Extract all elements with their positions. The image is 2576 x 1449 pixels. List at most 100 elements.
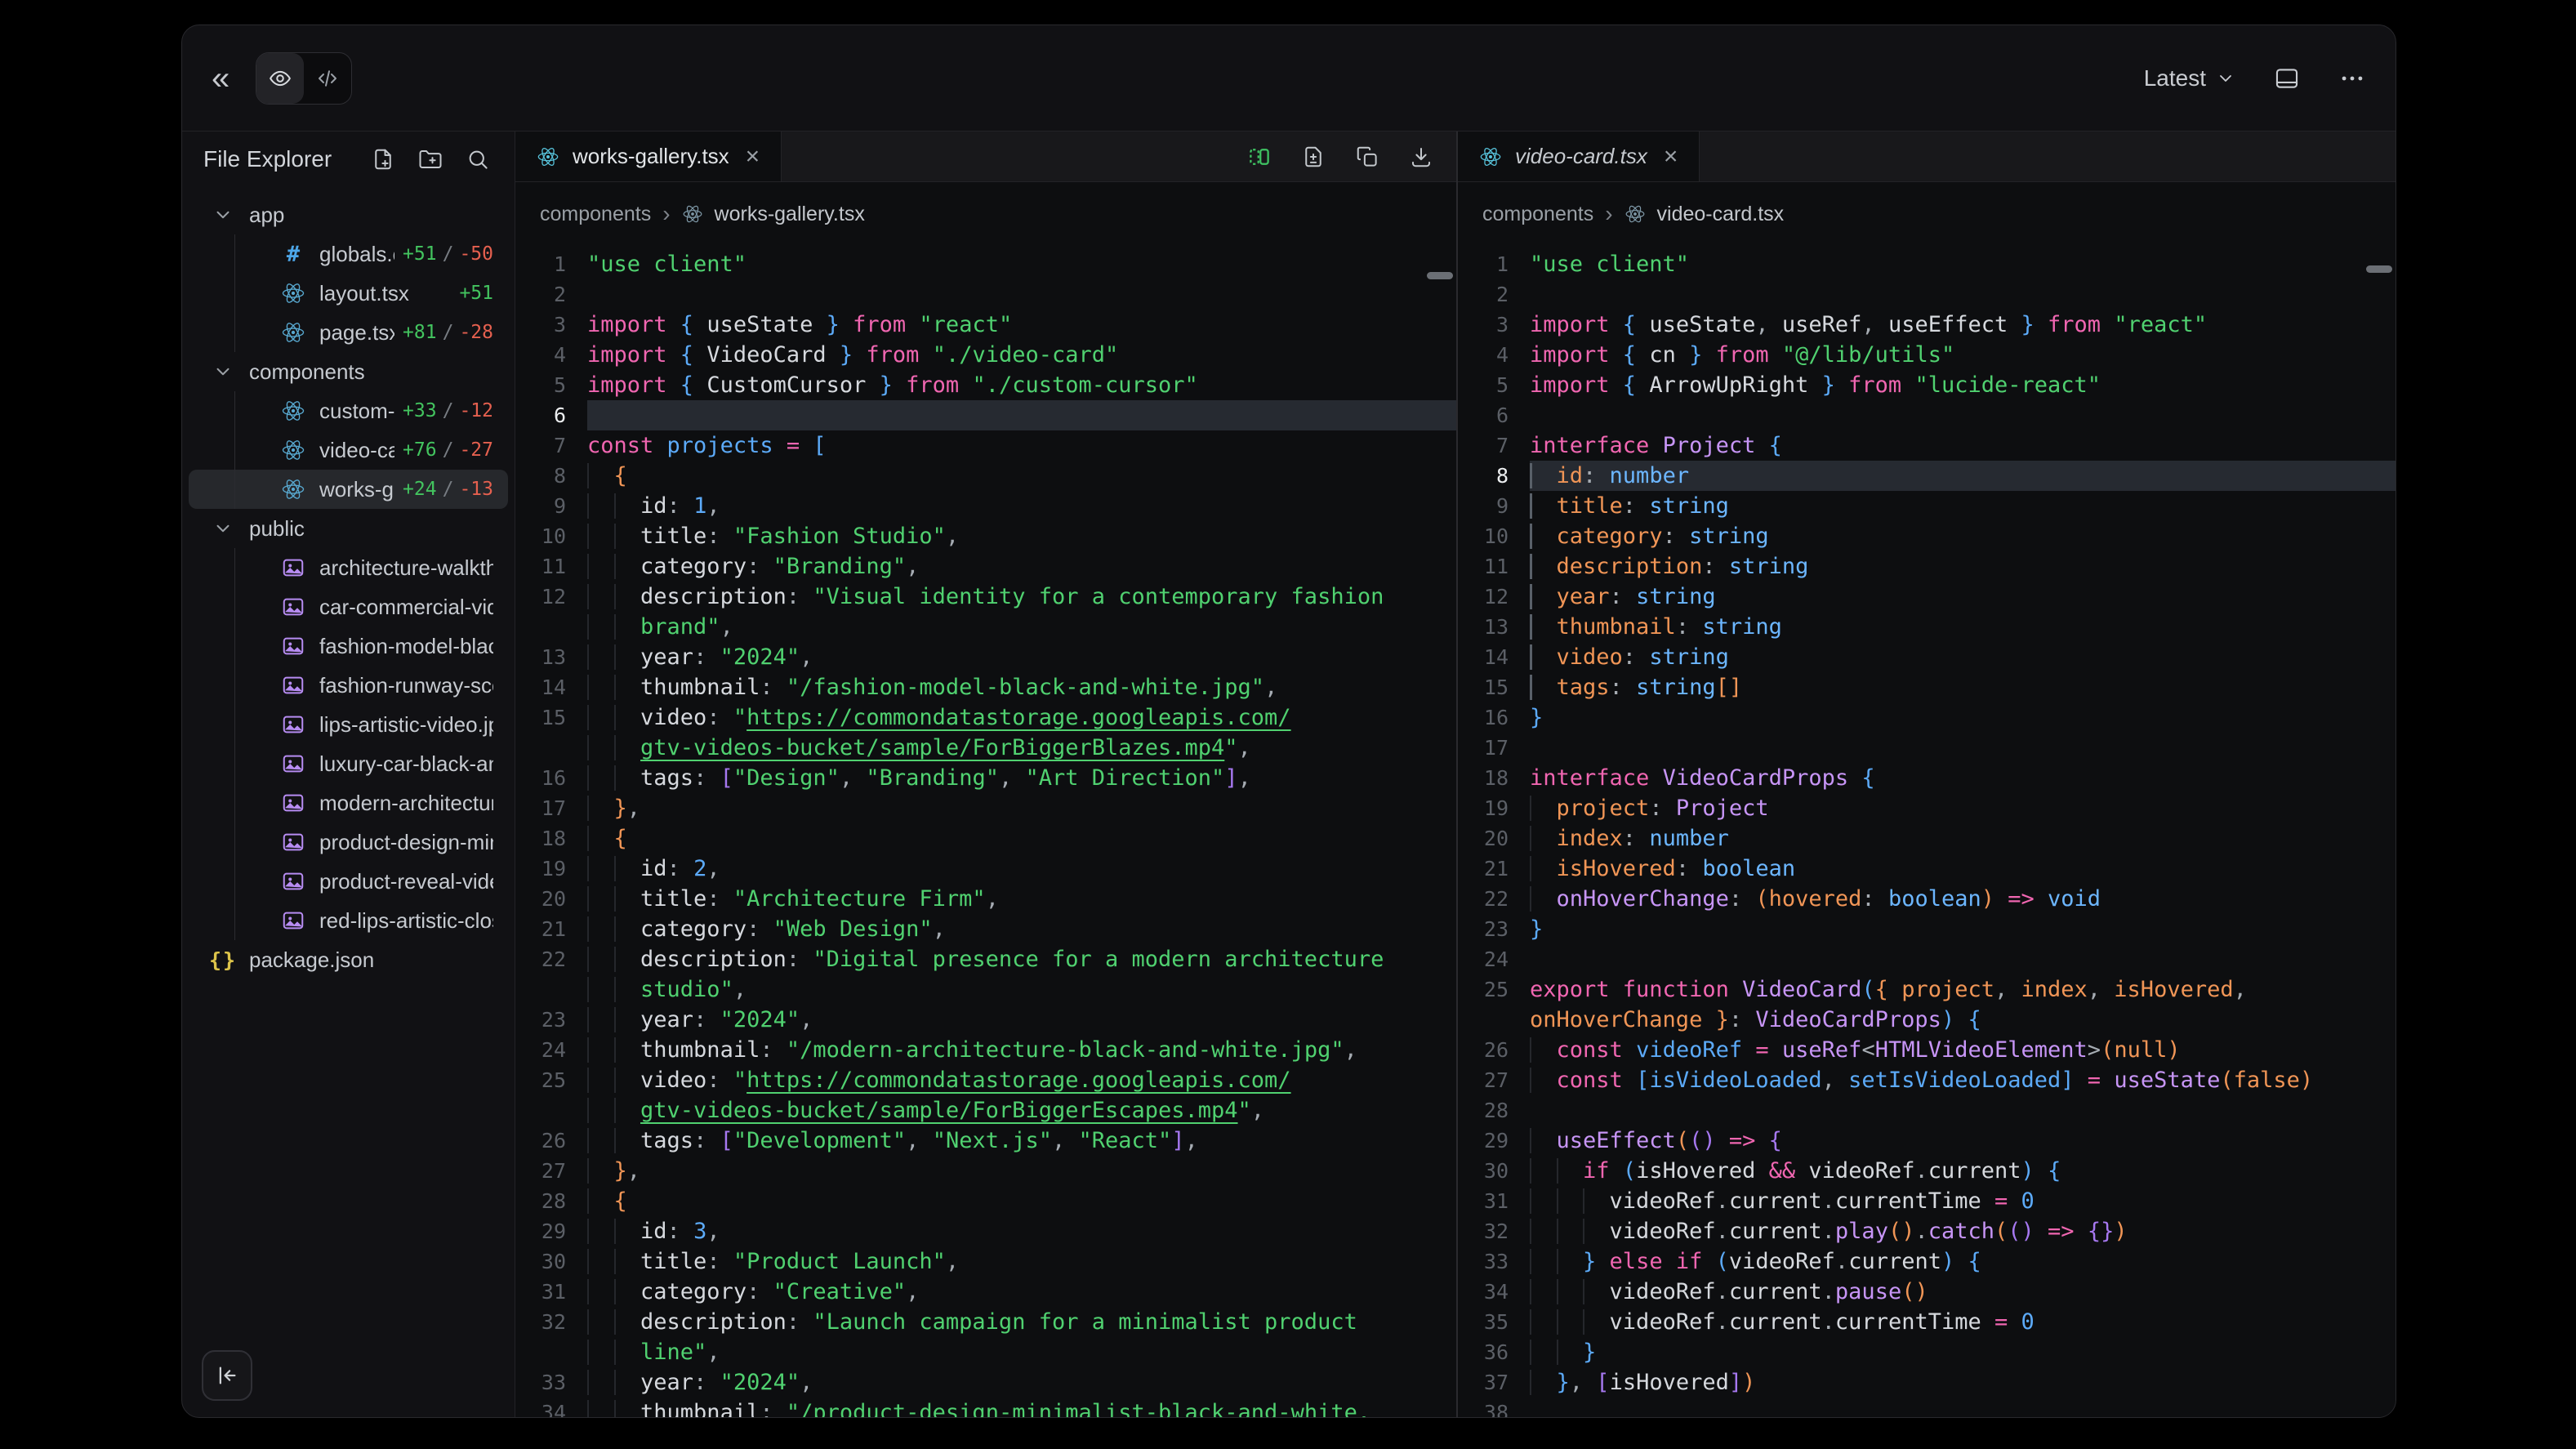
tree-item-luxury-car-black-and-[interactable]: luxury-car-black-and-…	[189, 744, 508, 783]
code-line[interactable]: 22 onHoverChange: (hovered: boolean) => …	[1458, 884, 2396, 914]
code-line[interactable]: brand",	[515, 612, 1456, 642]
code-line[interactable]: 23}	[1458, 914, 2396, 944]
tree-item-fashion-model-black-[interactable]: fashion-model-black-…	[189, 626, 508, 666]
code-line[interactable]: 26 tags: ["Development", "Next.js", "Rea…	[515, 1126, 1456, 1156]
code-line[interactable]: 10 title: "Fashion Studio",	[515, 521, 1456, 551]
code-line[interactable]: 27 const [isVideoLoaded, setIsVideoLoade…	[1458, 1065, 2396, 1095]
code-line[interactable]: 8 {	[515, 461, 1456, 491]
tree-item-fashion-runway-scen-[interactable]: fashion-runway-scen…	[189, 666, 508, 705]
more-options-button[interactable]	[2338, 65, 2366, 92]
code-line[interactable]: 18 {	[515, 823, 1456, 854]
code-line[interactable]: 16 tags: ["Design", "Branding", "Art Dir…	[515, 763, 1456, 793]
tab-video-card[interactable]: video-card.tsx ×	[1458, 132, 1700, 181]
code-toggle-button[interactable]	[304, 53, 351, 104]
code-line[interactable]: 20 title: "Architecture Firm",	[515, 884, 1456, 914]
code-line[interactable]: 20 index: number	[1458, 823, 2396, 854]
code-line[interactable]: 34 thumbnail: "/product-design-minimalis…	[515, 1398, 1456, 1417]
code-line[interactable]: 21 isHovered: boolean	[1458, 854, 2396, 884]
code-line[interactable]: 19 id: 2,	[515, 854, 1456, 884]
code-line[interactable]: 4import { cn } from "@/lib/utils"	[1458, 340, 2396, 370]
code-line[interactable]: 35 videoRef.current.currentTime = 0	[1458, 1307, 2396, 1337]
code-line[interactable]: 17	[1458, 733, 2396, 763]
code-line[interactable]: 8 id: number	[1458, 461, 2396, 491]
code-line[interactable]: 1"use client"	[515, 249, 1456, 279]
code-line[interactable]: 25 video: "https://commondatastorage.goo…	[515, 1065, 1456, 1095]
code-line[interactable]: 14 video: string	[1458, 642, 2396, 672]
code-line[interactable]: 38	[1458, 1398, 2396, 1417]
code-line[interactable]: 27 },	[515, 1156, 1456, 1186]
scrollbar-thumb[interactable]	[2366, 265, 2392, 273]
new-folder-button[interactable]	[418, 147, 443, 172]
code-line[interactable]: 2	[1458, 279, 2396, 310]
collapse-panel-button[interactable]: «	[212, 62, 230, 95]
new-file-button[interactable]	[371, 147, 395, 172]
code-line[interactable]: 7interface Project {	[1458, 430, 2396, 461]
breadcrumb-file[interactable]: video-card.tsx	[1657, 203, 1785, 226]
code-line[interactable]: 19 project: Project	[1458, 793, 2396, 823]
code-line[interactable]: 34 videoRef.current.pause()	[1458, 1277, 2396, 1307]
scrollbar-thumb[interactable]	[1427, 272, 1453, 279]
code-line[interactable]: 18interface VideoCardProps {	[1458, 763, 2396, 793]
panel-layout-button[interactable]	[2273, 65, 2301, 92]
tree-item-video-card.tsx[interactable]: video-card.tsx+76/-27	[189, 430, 508, 470]
code-line[interactable]: 30 title: "Product Launch",	[515, 1246, 1456, 1277]
code-line[interactable]: 32 videoRef.current.play().catch(() => {…	[1458, 1216, 2396, 1246]
close-icon[interactable]: ×	[746, 145, 760, 169]
code-line[interactable]: 31 category: "Creative",	[515, 1277, 1456, 1307]
tree-item-package.json[interactable]: {}package.json	[189, 940, 508, 979]
code-line[interactable]: 12 year: string	[1458, 582, 2396, 612]
code-line[interactable]: 6	[1458, 400, 2396, 430]
tree-item-red-lips-artistic-close-[interactable]: red-lips-artistic-close…	[189, 901, 508, 940]
code-line[interactable]: 22 description: "Digital presence for a …	[515, 944, 1456, 974]
code-line[interactable]: 24 thumbnail: "/modern-architecture-blac…	[515, 1035, 1456, 1065]
download-icon[interactable]	[1409, 145, 1433, 169]
code-line[interactable]: line",	[515, 1337, 1456, 1367]
tree-item-modern-architecture-[interactable]: modern-architecture-…	[189, 783, 508, 823]
code-line[interactable]: 14 thumbnail: "/fashion-model-black-and-…	[515, 672, 1456, 702]
code-line[interactable]: 21 category: "Web Design",	[515, 914, 1456, 944]
code-line[interactable]: studio",	[515, 974, 1456, 1005]
code-line[interactable]: 23 year: "2024",	[515, 1005, 1456, 1035]
code-line[interactable]: 28 {	[515, 1186, 1456, 1216]
code-line[interactable]: gtv-videos-bucket/sample/ForBiggerBlazes…	[515, 733, 1456, 763]
code-line[interactable]: 10 category: string	[1458, 521, 2396, 551]
code-line[interactable]: 13 thumbnail: string	[1458, 612, 2396, 642]
code-line[interactable]: 12 description: "Visual identity for a c…	[515, 582, 1456, 612]
code-line[interactable]: 11 description: string	[1458, 551, 2396, 582]
code-line[interactable]: 31 videoRef.current.currentTime = 0	[1458, 1186, 2396, 1216]
code-line[interactable]: 15 video: "https://commondatastorage.goo…	[515, 702, 1456, 733]
code-editor-video-card[interactable]: 1"use client"23import { useState, useRef…	[1458, 246, 2396, 1417]
code-line[interactable]: 32 description: "Launch campaign for a m…	[515, 1307, 1456, 1337]
version-dropdown[interactable]: Latest	[2144, 65, 2235, 91]
code-line[interactable]: 30 if (isHovered && videoRef.current) {	[1458, 1156, 2396, 1186]
code-line[interactable]: 3import { useState, useRef, useEffect } …	[1458, 310, 2396, 340]
code-line[interactable]: 16}	[1458, 702, 2396, 733]
tree-item-custom-curs-[interactable]: custom-curs…+33/-12	[189, 391, 508, 430]
code-line[interactable]: 7const projects = [	[515, 430, 1456, 461]
tree-item-layout.tsx[interactable]: layout.tsx+51	[189, 274, 508, 313]
code-line[interactable]: 29 id: 3,	[515, 1216, 1456, 1246]
code-line[interactable]: 17 },	[515, 793, 1456, 823]
tree-item-globals.css[interactable]: #globals.css+51/-50	[189, 234, 508, 274]
breadcrumb-folder[interactable]: components	[1482, 203, 1593, 226]
file-diff-button[interactable]	[1301, 145, 1326, 169]
tree-item-app[interactable]: app	[189, 195, 508, 234]
code-line[interactable]: 3import { useState } from "react"	[515, 310, 1456, 340]
code-line[interactable]: gtv-videos-bucket/sample/ForBiggerEscape…	[515, 1095, 1456, 1126]
tree-item-product-reveal-video.j-[interactable]: product-reveal-video.j…	[189, 862, 508, 901]
tree-item-lips-artistic-video.jpg[interactable]: lips-artistic-video.jpg	[189, 705, 508, 744]
code-line[interactable]: 4import { VideoCard } from "./video-card…	[515, 340, 1456, 370]
code-line[interactable]: 1"use client"	[1458, 249, 2396, 279]
code-line[interactable]: 33 year: "2024",	[515, 1367, 1456, 1398]
diff-view-button[interactable]	[1247, 145, 1272, 169]
code-line[interactable]: 24	[1458, 944, 2396, 974]
code-line[interactable]: 26 const videoRef = useRef<HTMLVideoElem…	[1458, 1035, 2396, 1065]
breadcrumb-folder[interactable]: components	[540, 203, 651, 226]
code-line[interactable]: 5import { CustomCursor } from "./custom-…	[515, 370, 1456, 400]
code-line[interactable]: 36 }	[1458, 1337, 2396, 1367]
tab-works-gallery[interactable]: works-gallery.tsx ×	[515, 132, 782, 181]
code-line[interactable]: 15 tags: string[]	[1458, 672, 2396, 702]
code-line[interactable]: 2	[515, 279, 1456, 310]
tree-item-car-commercial-video-[interactable]: car-commercial-video…	[189, 587, 508, 626]
search-icon[interactable]	[466, 147, 490, 172]
